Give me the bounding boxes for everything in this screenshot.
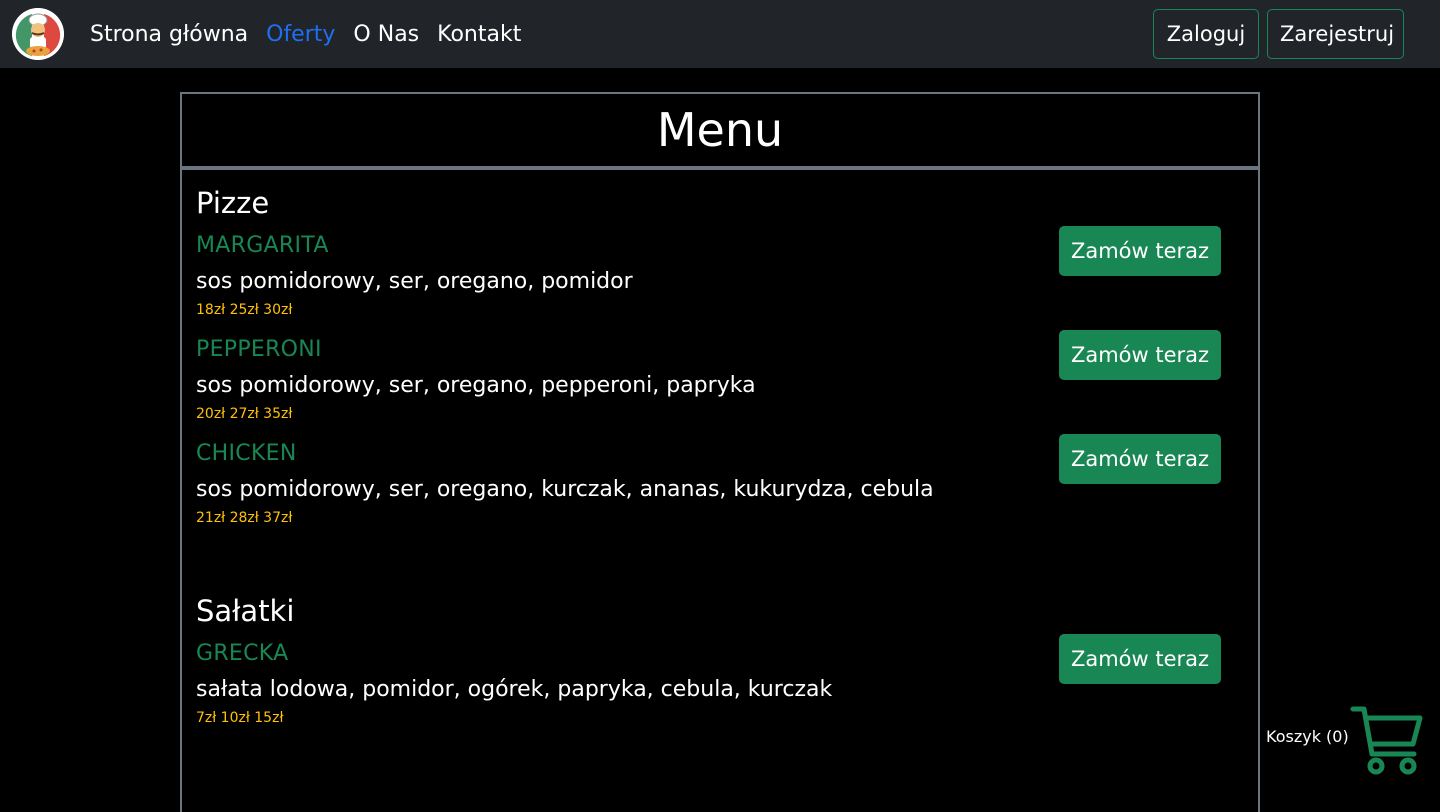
register-button[interactable]: Zarejestruj xyxy=(1267,9,1404,59)
nav-link-contact[interactable]: Kontakt xyxy=(437,20,521,50)
section-title-salatki: Sałatki xyxy=(196,594,295,628)
item-price-pepperoni: 20zł 27zł 35zł xyxy=(196,406,293,422)
order-button-grecka[interactable]: Zamów teraz xyxy=(1059,634,1221,684)
nav-link-about[interactable]: O Nas xyxy=(353,20,419,50)
item-name-margarita: MARGARITA xyxy=(196,233,329,258)
item-desc-chicken: sos pomidorowy, ser, oregano, kurczak, a… xyxy=(196,477,934,502)
chef-pizza-logo-icon[interactable] xyxy=(12,8,64,60)
order-button-margarita[interactable]: Zamów teraz xyxy=(1059,226,1221,276)
item-price-margarita: 18zł 25zł 30zł xyxy=(196,302,293,318)
nav-links: Strona główna Oferty O Nas Kontakt xyxy=(90,20,521,50)
order-button-chicken[interactable]: Zamów teraz xyxy=(1059,434,1221,484)
item-name-pepperoni: PEPPERONI xyxy=(196,337,322,362)
top-navbar: Strona główna Oferty O Nas Kontakt Zalog… xyxy=(0,0,1440,68)
section-title-pizze: Pizze xyxy=(196,186,270,220)
item-name-chicken: CHICKEN xyxy=(196,441,297,466)
login-button[interactable]: Zaloguj xyxy=(1153,9,1259,59)
item-desc-pepperoni: sos pomidorowy, ser, oregano, pepperoni,… xyxy=(196,373,756,398)
nav-link-offers[interactable]: Oferty xyxy=(266,20,335,50)
item-desc-margarita: sos pomidorowy, ser, oregano, pomidor xyxy=(196,269,633,294)
item-price-grecka: 7zł 10zł 15zł xyxy=(196,710,284,726)
item-name-grecka: GRECKA xyxy=(196,641,289,666)
cart-label[interactable]: Koszyk (0) xyxy=(1266,727,1349,746)
menu-panel: Menu Pizze MARGARITA sos pomidorowy, ser… xyxy=(180,92,1260,812)
menu-title: Menu xyxy=(656,103,784,157)
item-price-chicken: 21zł 28zł 37zł xyxy=(196,510,293,526)
order-button-pepperoni[interactable]: Zamów teraz xyxy=(1059,330,1221,380)
shopping-cart-icon[interactable] xyxy=(1350,704,1424,776)
nav-link-home[interactable]: Strona główna xyxy=(90,20,248,50)
menu-header: Menu xyxy=(182,94,1258,170)
item-desc-grecka: sałata lodowa, pomidor, ogórek, papryka,… xyxy=(196,677,833,702)
